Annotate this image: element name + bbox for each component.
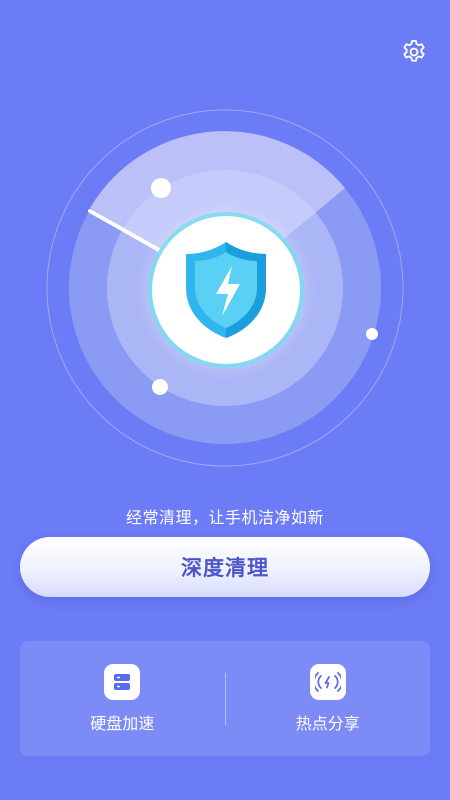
hotspot-icon: [309, 663, 346, 700]
settings-button[interactable]: [400, 38, 428, 66]
radar-dot: [151, 178, 171, 198]
hotspot-share-tool[interactable]: 热点分享: [226, 641, 431, 756]
tagline: 经常清理，让手机洁净如新: [125, 508, 324, 527]
storage-icon: [104, 663, 141, 700]
shield-lightning-icon: [186, 242, 266, 338]
tool-label: 硬盘加速: [90, 713, 155, 733]
tool-label: 热点分享: [295, 713, 360, 733]
disk-boost-tool[interactable]: 硬盘加速: [20, 641, 225, 756]
deep-clean-button[interactable]: 深度清理: [20, 537, 430, 597]
radar-dot: [152, 379, 168, 395]
tools-card: 硬盘加速 热点分享: [20, 641, 430, 756]
gear-icon: [403, 39, 425, 62]
radar-dot: [366, 328, 378, 340]
shield-badge: [152, 216, 300, 364]
